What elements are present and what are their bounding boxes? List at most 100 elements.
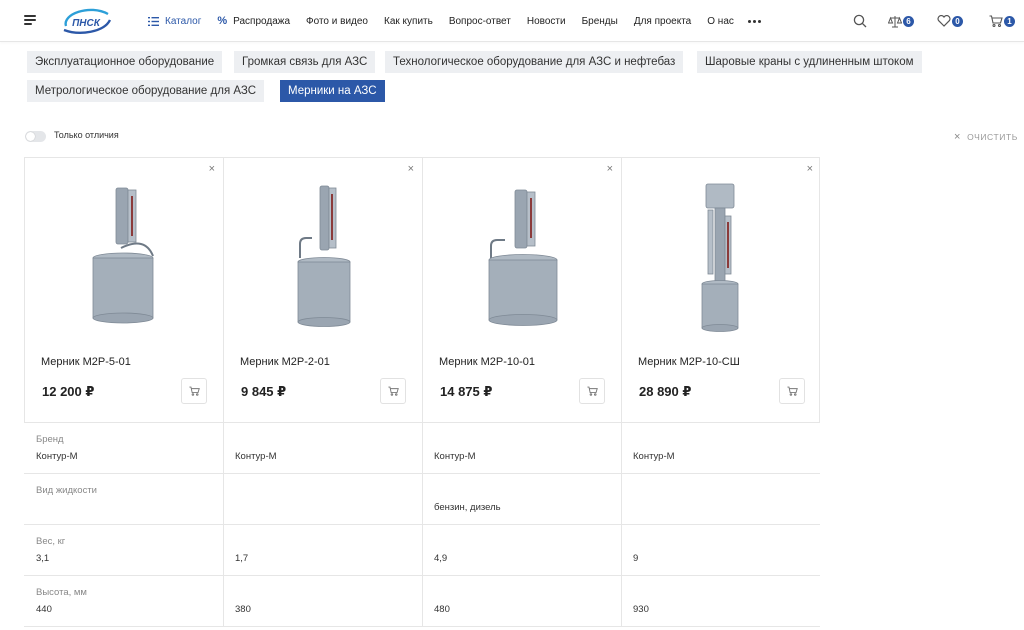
product-image[interactable] xyxy=(224,176,423,336)
percent-icon: % xyxy=(217,15,228,27)
product-card: × Мерник М2Р-5-01 12 200 ₽ xyxy=(25,158,224,422)
column-divider xyxy=(223,474,224,525)
column-divider xyxy=(621,423,622,474)
nav-catalog[interactable]: Каталог xyxy=(148,16,201,27)
nav-label: Распродажа xyxy=(233,15,291,27)
clear-button[interactable]: × очистить xyxy=(954,131,1018,143)
nav-brands[interactable]: Бренды xyxy=(582,16,618,27)
compare-button[interactable]: 6 xyxy=(888,13,914,29)
property-value: Контур-М xyxy=(633,451,675,462)
cart-icon xyxy=(188,386,200,396)
product-price: 28 890 ₽ xyxy=(639,384,692,399)
menu-burger-icon[interactable] xyxy=(24,15,36,25)
logo[interactable]: ПНСК xyxy=(60,6,112,36)
scales-icon xyxy=(888,15,902,27)
list-icon xyxy=(148,16,159,26)
category-chip-active[interactable]: Мерники на АЗС xyxy=(280,80,385,102)
property-value: бензин, дизель xyxy=(434,502,501,513)
compare-products: × Мерник М2Р-5-01 12 200 ₽ × Мерник М2Р-… xyxy=(24,157,820,423)
product-name[interactable]: Мерник М2Р-10-СШ xyxy=(638,356,740,368)
nav-label: Как купить xyxy=(384,15,433,27)
property-value: 1,7 xyxy=(235,553,249,564)
clear-label: очистить xyxy=(967,132,1018,142)
column-divider xyxy=(621,576,622,627)
product-price: 14 875 ₽ xyxy=(440,384,493,399)
nav-label: Каталог xyxy=(165,15,202,27)
property-row: Вес, кг 3,1 1,7 4,9 9 xyxy=(24,525,820,576)
cart-icon xyxy=(387,386,399,396)
cart-button[interactable]: 1 xyxy=(989,13,1015,29)
product-name[interactable]: Мерник М2Р-5-01 xyxy=(41,356,131,368)
property-title: Вес, кг xyxy=(36,536,66,547)
compare-count-badge: 6 xyxy=(903,15,914,27)
remove-product-close-icon[interactable]: × xyxy=(408,163,414,175)
category-chip[interactable]: Метрологическое оборудование для АЗС xyxy=(27,80,265,102)
category-chip[interactable]: Эксплуатационное оборудование xyxy=(27,51,223,73)
nav-how-to-buy[interactable]: Как купить xyxy=(384,16,433,27)
only-differences-toggle[interactable] xyxy=(25,131,46,142)
product-image[interactable] xyxy=(423,176,622,336)
property-value: 930 xyxy=(633,604,649,615)
property-value: 380 xyxy=(235,604,251,615)
column-divider xyxy=(621,474,622,525)
more-menu-button[interactable] xyxy=(747,19,761,23)
search-icon xyxy=(853,14,867,28)
column-divider xyxy=(621,525,622,576)
cart-count-badge: 1 xyxy=(1004,15,1015,27)
main-nav: Каталог % Распродажа Фото и видео Как ку… xyxy=(148,0,777,42)
category-chip[interactable]: Технологическое оборудование для АЗС и н… xyxy=(385,51,684,73)
add-to-cart-button[interactable] xyxy=(181,378,207,404)
property-value: 480 xyxy=(434,604,450,615)
property-value: Контур-М xyxy=(235,451,277,462)
product-price: 9 845 ₽ xyxy=(241,384,287,399)
nav-label: Фото и видео xyxy=(306,15,368,27)
nav-sale[interactable]: % Распродажа xyxy=(217,15,290,27)
property-row: Высота, мм 440 380 480 930 xyxy=(24,576,820,627)
search-button[interactable] xyxy=(853,13,867,29)
property-value: 3,1 xyxy=(36,553,50,564)
remove-product-close-icon[interactable]: × xyxy=(209,163,215,175)
product-card: × Мерник М2Р-2-01 9 845 ₽ xyxy=(224,158,423,422)
favorites-button[interactable]: 0 xyxy=(937,13,963,29)
product-name[interactable]: Мерник М2Р-10-01 xyxy=(439,356,535,368)
property-title: Вид жидкости xyxy=(36,485,97,496)
nav-label: Бренды xyxy=(581,15,618,27)
product-price: 12 200 ₽ xyxy=(42,384,95,399)
property-value: Контур-М xyxy=(434,451,476,462)
property-title: Бренд xyxy=(36,434,64,445)
remove-product-close-icon[interactable]: × xyxy=(807,163,813,175)
column-divider xyxy=(223,525,224,576)
category-chip[interactable]: Громкая связь для АЗС xyxy=(234,51,376,73)
nav-news[interactable]: Новости xyxy=(527,16,566,27)
property-value: 4,9 xyxy=(434,553,448,564)
column-divider xyxy=(422,525,423,576)
add-to-cart-button[interactable] xyxy=(380,378,406,404)
property-row: Бренд Контур-М Контур-М Контур-М Контур-… xyxy=(24,423,820,474)
nav-photo-video[interactable]: Фото и видео xyxy=(306,16,368,27)
property-value: 440 xyxy=(36,604,52,615)
column-divider xyxy=(223,423,224,474)
nav-label: Вопрос-ответ xyxy=(448,15,511,27)
nav-faq[interactable]: Вопрос-ответ xyxy=(449,16,511,27)
add-to-cart-button[interactable] xyxy=(779,378,805,404)
logo-text: ПНСК xyxy=(72,18,101,29)
property-value: 9 xyxy=(633,553,639,564)
close-icon: × xyxy=(954,131,962,143)
cart-icon xyxy=(989,15,1003,27)
add-to-cart-button[interactable] xyxy=(579,378,605,404)
only-differences-label: Только отличия xyxy=(54,130,119,140)
nav-label: Новости xyxy=(526,15,566,27)
product-card: × Мерник М2Р-10-СШ 28 890 ₽ xyxy=(622,158,821,422)
nav-for-project[interactable]: Для проекта xyxy=(634,16,691,27)
product-image[interactable] xyxy=(25,176,224,336)
product-image[interactable] xyxy=(622,176,821,336)
cart-icon xyxy=(786,386,798,396)
category-chip[interactable]: Шаровые краны с удлиненным штоком xyxy=(697,51,922,73)
property-value: Контур-М xyxy=(36,451,78,462)
nav-about[interactable]: О нас xyxy=(707,16,734,27)
cart-icon xyxy=(586,386,598,396)
product-name[interactable]: Мерник М2Р-2-01 xyxy=(240,356,330,368)
nav-label: Для проекта xyxy=(633,15,692,27)
remove-product-close-icon[interactable]: × xyxy=(607,163,613,175)
column-divider xyxy=(422,474,423,525)
